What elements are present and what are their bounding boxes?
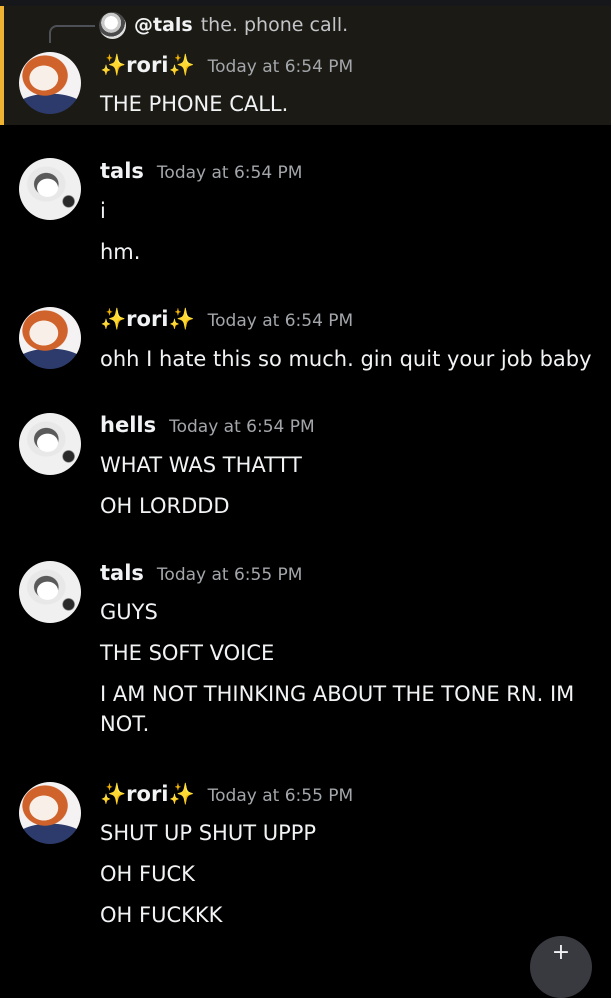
message-text: OH FUCKKK — [100, 903, 223, 927]
message-text: OH FUCK — [100, 862, 195, 886]
avatar-tals[interactable] — [19, 158, 81, 220]
message-text: THE PHONE CALL. — [100, 92, 289, 116]
reply-reference[interactable]: @tals the. phone call. — [99, 11, 348, 39]
message-header: ✨ rori ✨ Today at 6:54 PM — [100, 53, 353, 83]
message-text: SHUT UP SHUT UPPP — [100, 821, 317, 845]
author-name[interactable]: hells — [100, 413, 156, 437]
message-text: THE SOFT VOICE — [100, 641, 275, 665]
avatar-tals[interactable] — [19, 561, 81, 623]
message-text: ohh I hate this so much. gin quit your j… — [100, 347, 592, 371]
message-header: tals Today at 6:55 PM — [100, 561, 302, 591]
message-text: hm. — [100, 240, 141, 264]
author-name[interactable]: rori — [126, 307, 168, 331]
avatar-rori[interactable] — [19, 307, 81, 369]
message-header: ✨ rori ✨ Today at 6:54 PM — [100, 307, 353, 337]
sparkle-icon: ✨ — [100, 782, 127, 806]
avatar-rori[interactable] — [19, 782, 81, 844]
avatar-hells[interactable] — [19, 413, 81, 475]
message-timestamp: Today at 6:55 PM — [207, 786, 354, 806]
sparkle-icon: ✨ — [168, 53, 195, 77]
author-name[interactable]: tals — [100, 561, 144, 585]
message-timestamp: Today at 6:55 PM — [156, 565, 303, 585]
jump-to-present-button[interactable]: + — [530, 936, 592, 998]
author-name[interactable]: rori — [126, 782, 168, 806]
message-text: OH LORDDD — [100, 494, 230, 518]
reply-author[interactable]: @tals — [134, 14, 193, 36]
sparkle-icon: ✨ — [168, 307, 195, 331]
message-timestamp: Today at 6:54 PM — [169, 417, 315, 437]
reply-connector-line — [49, 25, 95, 43]
message-header: hells Today at 6:54 PM — [100, 413, 315, 443]
message-timestamp: Today at 6:54 PM — [207, 311, 354, 331]
message-text: GUYS — [100, 600, 158, 624]
message-text: WHAT WAS THATTT — [100, 453, 302, 477]
message-text: I AM NOT THINKING ABOUT THE TONE RN. IM … — [100, 682, 575, 736]
message-timestamp: Today at 6:54 PM — [207, 57, 354, 77]
plus-icon: + — [551, 940, 571, 965]
message-text: i — [100, 199, 106, 223]
sparkle-icon: ✨ — [168, 782, 195, 806]
avatar-rori[interactable] — [19, 52, 81, 114]
message-header: tals Today at 6:54 PM — [100, 159, 302, 189]
sparkle-icon: ✨ — [100, 53, 127, 77]
reply-preview-text[interactable]: the. phone call. — [201, 14, 348, 36]
message-header: ✨ rori ✨ Today at 6:55 PM — [100, 782, 353, 812]
message-timestamp: Today at 6:54 PM — [156, 163, 303, 183]
author-name[interactable]: tals — [100, 159, 144, 183]
author-name[interactable]: rori — [126, 53, 168, 77]
sparkle-icon: ✨ — [100, 307, 127, 331]
reply-avatar[interactable] — [99, 11, 126, 39]
